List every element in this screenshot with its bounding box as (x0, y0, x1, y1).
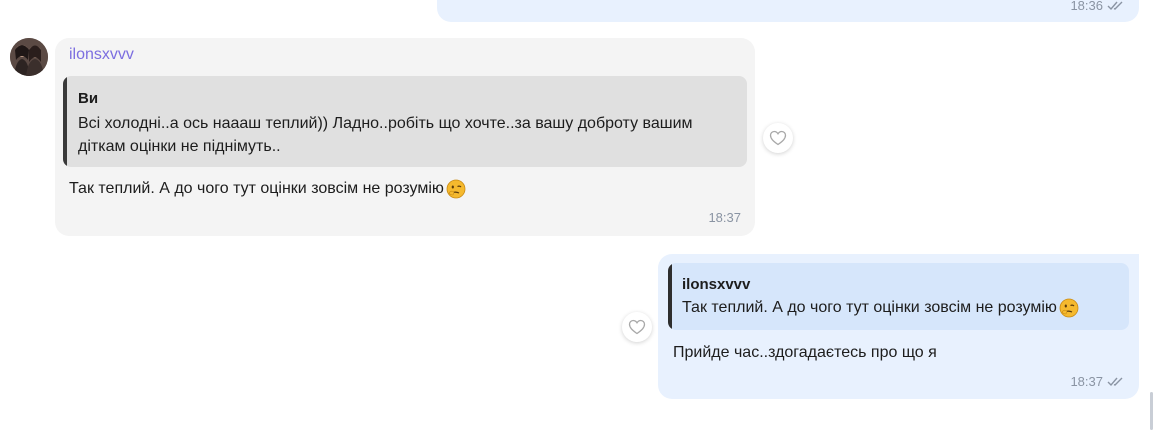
quote-text-content: Так теплий. А до чого тут оцінки зовсім … (682, 299, 1057, 316)
heart-icon (628, 319, 646, 335)
chat-area: 18:36 ilonsxvvv Ви Всі холодні..а ось на… (0, 0, 1153, 430)
previous-message-bubble[interactable]: 18:36 (437, 0, 1139, 22)
quote-text: Так теплий. А до чого тут оцінки зовсім … (682, 298, 1079, 318)
quote-author: ilonsxvvv (682, 276, 751, 293)
face-emoji (1059, 298, 1079, 318)
quote-text: Всі холодні..а ось наааш теплий)) Ладно.… (78, 115, 693, 155)
reply-quote[interactable]: ilonsxvvv Так теплий. А до чого тут оцін… (668, 263, 1129, 330)
react-button[interactable] (763, 123, 793, 153)
message-time: 18:36 (1070, 0, 1103, 13)
react-button[interactable] (622, 312, 652, 342)
message-text-content: Так теплий. А до чого тут оцінки зовсім … (69, 180, 444, 197)
message-time: 18:37 (1070, 374, 1103, 389)
incoming-message-bubble[interactable]: ilonsxvvv Ви Всі холодні..а ось наааш те… (55, 38, 755, 236)
outgoing-message-bubble[interactable]: ilonsxvvv Так теплий. А до чого тут оцін… (658, 254, 1139, 399)
user-avatar[interactable] (10, 38, 48, 76)
quote-bar (668, 263, 672, 330)
face-emoji (446, 179, 466, 199)
avatar-photo (10, 38, 48, 76)
heart-icon (769, 130, 787, 146)
message-text: Прийде час..здогадаєтесь про що я (673, 344, 937, 361)
quote-bar (63, 76, 67, 167)
message-meta: 18:37 (1070, 374, 1125, 389)
quote-author: Ви (78, 90, 99, 107)
double-check-icon (1107, 377, 1123, 386)
double-check-icon (1107, 1, 1123, 10)
sender-name[interactable]: ilonsxvvv (69, 46, 134, 64)
reply-quote[interactable]: Ви Всі холодні..а ось наааш теплий)) Лад… (63, 76, 747, 167)
message-text: Так теплий. А до чого тут оцінки зовсім … (69, 179, 466, 199)
message-time: 18:37 (708, 210, 741, 225)
message-meta: 18:36 (1070, 0, 1125, 13)
